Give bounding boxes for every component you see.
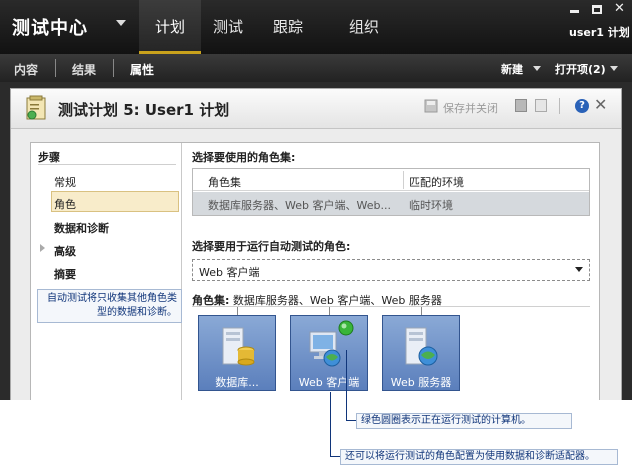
user-label: user1 计划: [569, 26, 630, 39]
callout-leader-line: [330, 456, 340, 457]
callout-leader-line: [330, 392, 331, 457]
test-plan-icon: [26, 95, 46, 120]
tile-label-web-server: Web 服务器: [390, 376, 452, 389]
subnav-contents[interactable]: 内容: [14, 61, 38, 78]
nav-tab-plan[interactable]: 计划: [139, 0, 201, 54]
roleset-heading: 选择要使用的角色集:: [192, 151, 296, 164]
nav-tab-track[interactable]: 跟踪: [265, 0, 311, 54]
callout-leader-line: [346, 350, 347, 421]
callout-leader-line: [346, 420, 356, 421]
open-items-button[interactable]: 打开项(2): [555, 61, 606, 77]
tile-label-database: 数据库...: [215, 376, 259, 389]
subnav-divider: [113, 59, 114, 77]
tile-label-web-client: Web 客户端: [298, 376, 360, 389]
subnav-results[interactable]: 结果: [72, 61, 96, 78]
app-menu-chevron-down-icon[interactable]: [116, 20, 126, 26]
table-header: [193, 169, 589, 191]
role-config-callout: 还可以将运行测试的角色配置为使用数据和诊断适配器。: [340, 449, 618, 465]
page-title: 测试计划 5: User1 计划: [58, 101, 230, 119]
green-circle-callout: 绿色圆圈表示正在运行测试的计算机。: [356, 413, 572, 429]
close-icon[interactable]: ✕: [594, 95, 607, 114]
column-header-environment[interactable]: 匹配的环境: [409, 174, 464, 190]
column-header-roleset[interactable]: 角色集: [208, 174, 241, 190]
select-value: Web 客户端: [199, 266, 260, 279]
active-test-machine-indicator-icon: [338, 320, 354, 336]
steps-divider: [38, 164, 176, 165]
new-menu-button[interactable]: 新建: [501, 61, 523, 77]
tile-connector: [329, 307, 330, 315]
help-icon[interactable]: ?: [575, 99, 589, 113]
database-server-icon: [222, 327, 255, 366]
select-chevron-down-icon[interactable]: [575, 267, 583, 272]
step-general[interactable]: 常规: [54, 174, 76, 190]
top-bar: [0, 0, 632, 54]
table-cell-roleset: 数据库服务器、Web 客户端、Web...: [208, 199, 391, 212]
nav-tab-test[interactable]: 测试: [205, 0, 251, 54]
step-roles[interactable]: 角色: [54, 196, 76, 212]
steps-heading: 步骤: [38, 151, 60, 164]
subnav-divider: [55, 59, 56, 77]
minimize-icon[interactable]: [570, 4, 579, 13]
steps-note-callout: 自动测试将只收集其他角色类型的数据和诊断。: [37, 289, 182, 323]
maximize-icon[interactable]: [592, 5, 602, 14]
table-cell-environment: 临时环境: [409, 199, 453, 212]
expand-arrow-icon[interactable]: [40, 244, 45, 252]
save-icon[interactable]: [515, 99, 527, 112]
new-chevron-down-icon[interactable]: [533, 66, 541, 71]
step-summary[interactable]: 摘要: [54, 266, 76, 282]
web-server-icon: [405, 327, 438, 366]
open-items-chevron-down-icon[interactable]: [610, 66, 618, 71]
tile-connector: [421, 307, 422, 315]
nav-tab-organize[interactable]: 组织: [340, 0, 388, 54]
tile-connector: [237, 307, 238, 315]
step-data-diagnostics[interactable]: 数据和诊断: [54, 220, 109, 236]
app-title[interactable]: 测试中心: [12, 14, 88, 40]
header-divider: [559, 98, 560, 114]
refresh-icon[interactable]: [535, 99, 547, 112]
subnav-properties[interactable]: 属性: [130, 61, 154, 78]
step-advanced[interactable]: 高级: [54, 243, 76, 259]
save-and-close-button[interactable]: 保存并关闭: [443, 100, 498, 116]
window-close-icon[interactable]: ✕: [614, 1, 625, 16]
roleset-divider: [192, 306, 590, 307]
save-and-close-icon[interactable]: [424, 99, 438, 113]
automation-role-heading: 选择要用于运行自动测试的角色:: [192, 240, 351, 253]
column-divider: [403, 171, 404, 189]
